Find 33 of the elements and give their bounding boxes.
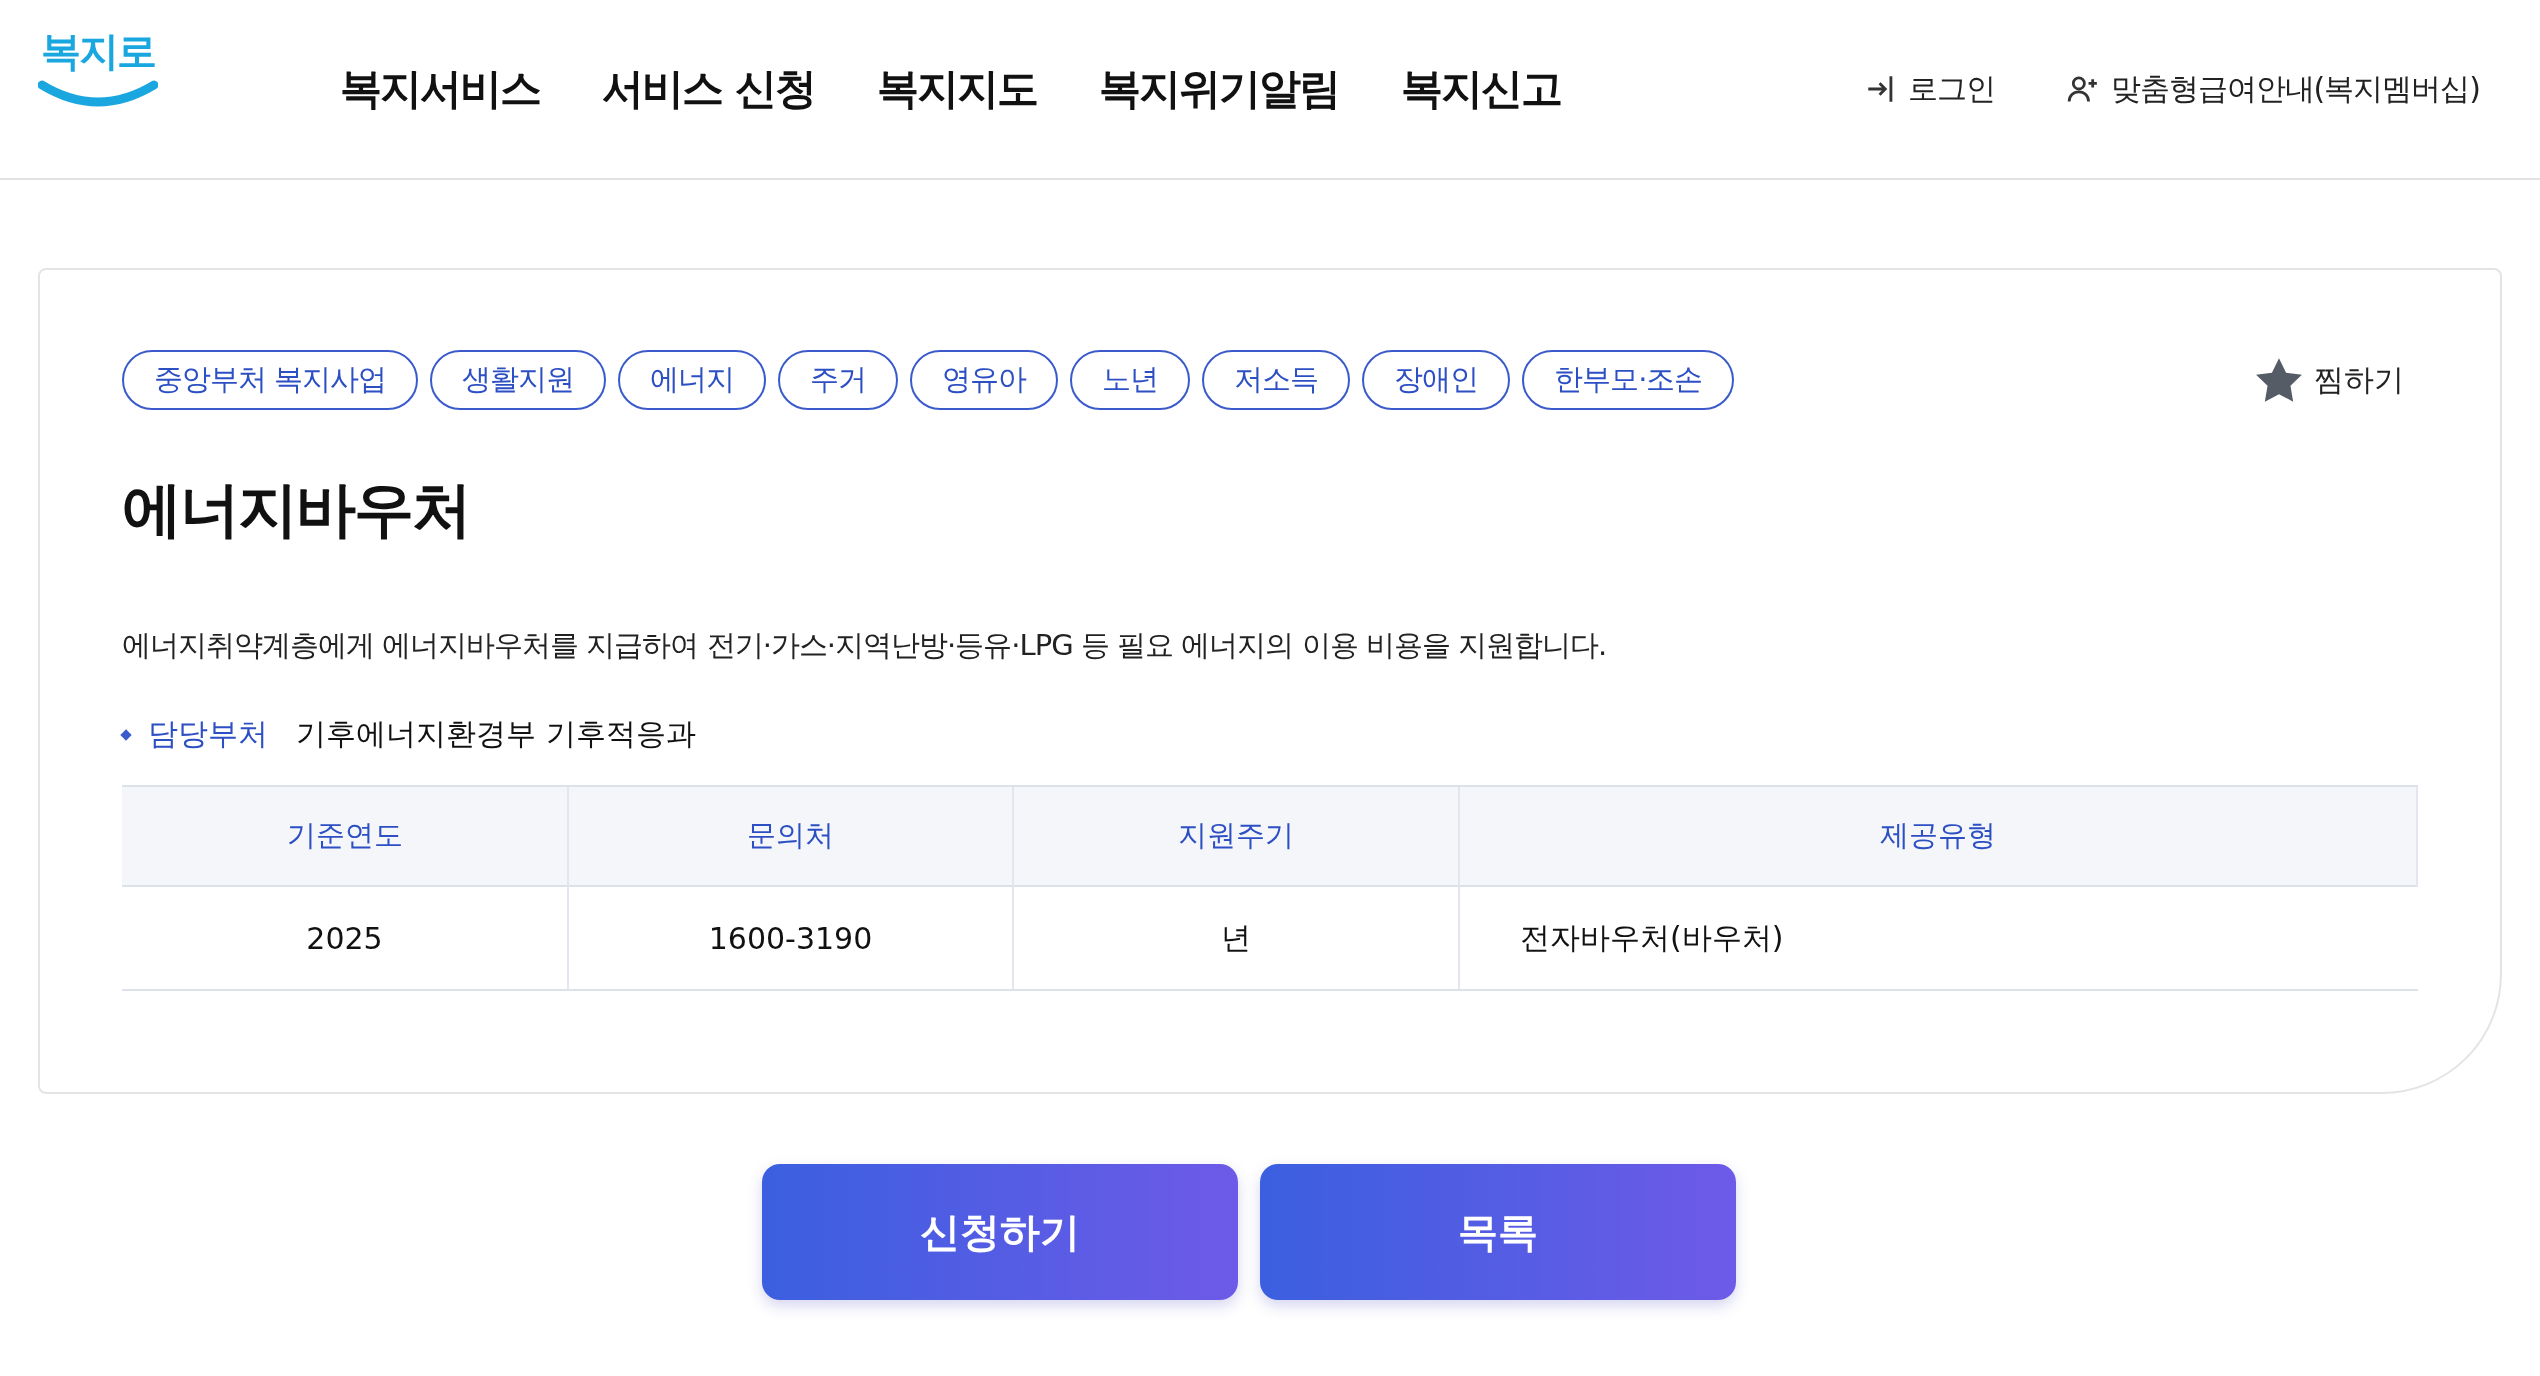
nav-link[interactable]: 서비스 신청 (602, 61, 815, 117)
service-description: 에너지취약계층에게 에너지바우처를 지급하여 전기·가스·지역난방·등유·LPG 등 필요 에너지의 이용 비용을 지원합니다. (122, 627, 1608, 664)
category-tag[interactable]: 중앙부처 복지사업 (122, 350, 419, 410)
category-tag[interactable]: 장애인 (1362, 350, 1511, 410)
category-tag[interactable]: 한부모·조손 (1522, 350, 1735, 410)
category-tag[interactable]: 저소득 (1202, 350, 1351, 410)
list-button[interactable]: 목록 (1260, 1164, 1736, 1300)
department-label: 담당부처 (148, 715, 268, 753)
nav-link[interactable]: 복지신고 (1400, 61, 1561, 117)
table-cell: 1600-3190 (569, 887, 1014, 991)
table-header-cell: 기준연도 (122, 787, 569, 887)
login-link[interactable]: 로그인 (1863, 68, 1995, 110)
apply-button[interactable]: 신청하기 (762, 1164, 1238, 1300)
table-cell: 전자바우처(바우처) (1460, 887, 2418, 991)
table-cell: 2025 (122, 887, 569, 991)
nav-link[interactable]: 복지서비스 (340, 61, 540, 117)
nav-link[interactable]: 복지위기알림 (1098, 61, 1339, 117)
table-cell: 년 (1014, 887, 1460, 991)
nav-link[interactable]: 복지지도 (876, 61, 1037, 117)
category-tag[interactable]: 영유아 (910, 350, 1059, 410)
category-tag[interactable]: 노년 (1070, 350, 1191, 410)
service-title: 에너지바우처 (122, 473, 471, 546)
table-header-cell: 제공유형 (1460, 787, 2418, 887)
bookmark-button[interactable]: 찜하기 (2248, 355, 2410, 405)
table-header-cell: 문의처 (569, 787, 1014, 887)
category-tag[interactable]: 에너지 (618, 350, 767, 410)
category-tag[interactable]: 주거 (778, 350, 899, 410)
category-tag[interactable]: 생활지원 (430, 350, 607, 410)
department-value: 기후에너지환경부 기후적응과 (296, 715, 696, 753)
membership-link[interactable]: 맞춤형급여안내(복지멤버십) (2064, 68, 2480, 110)
bullet-icon (120, 728, 132, 741)
table-header-cell: 지원주기 (1014, 787, 1460, 887)
star-icon (2254, 356, 2304, 404)
